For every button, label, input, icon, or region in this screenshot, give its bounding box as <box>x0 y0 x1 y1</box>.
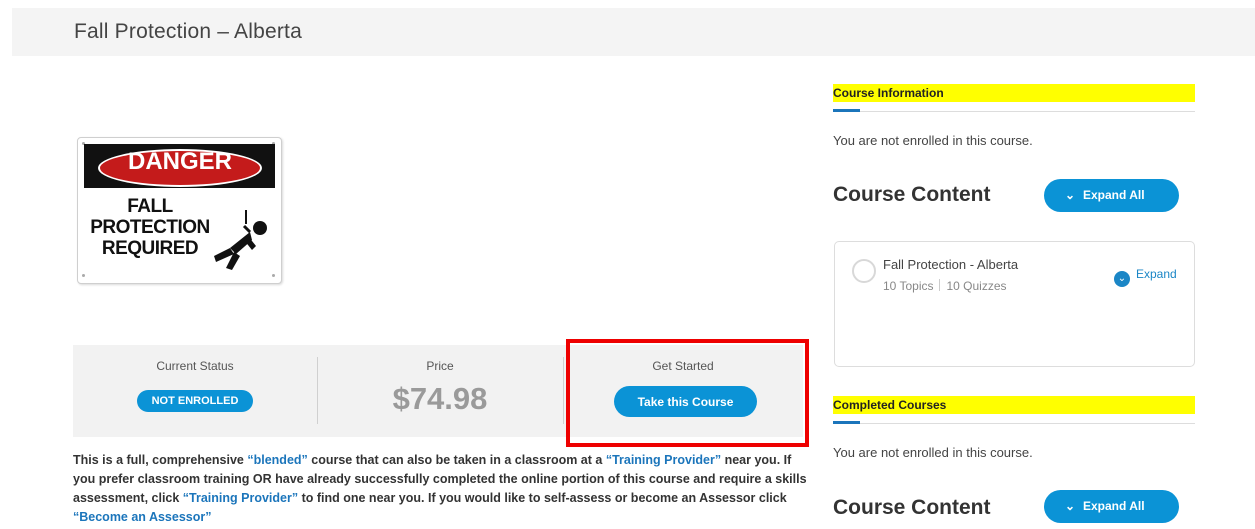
blended-link[interactable]: “blended” <box>247 453 307 467</box>
lesson-card: Fall Protection - Alberta 10 Topics 10 Qu… <box>834 241 1195 367</box>
expand-all-button[interactable]: ⌄ Expand All <box>1044 179 1179 212</box>
course-description: This is a full, comprehensive “blended” … <box>73 453 807 524</box>
completed-courses-heading: Completed Courses <box>833 396 1195 414</box>
course-info-note: You are not enrolled in this course. <box>833 133 1033 148</box>
worker-falling-icon <box>214 210 267 270</box>
chevron-down-icon: ⌄ <box>1065 188 1076 202</box>
current-status-label: Current Status <box>156 359 234 373</box>
course-content-heading: Course Content <box>833 183 991 206</box>
training-provider-link[interactable]: “Training Provider” <box>606 453 721 467</box>
expand-lesson-button[interactable]: ⌄ Expand <box>1114 267 1177 287</box>
page-title: Fall Protection – Alberta <box>74 20 302 43</box>
status-badge: NOT ENROLLED <box>137 390 253 412</box>
danger-header: DANGER <box>84 144 275 188</box>
progress-circle-icon <box>852 259 876 283</box>
course-info-heading: Course Information <box>833 84 1195 102</box>
chevron-down-icon: ⌄ <box>1065 499 1076 513</box>
price-label: Price <box>426 359 454 373</box>
expand-all-button-2[interactable]: ⌄ Expand All <box>1044 490 1179 523</box>
expand-circle-icon: ⌄ <box>1114 271 1130 287</box>
current-status-col: Current Status NOT ENROLLED <box>73 345 317 437</box>
course-content-heading-2: Course Content <box>833 496 991 519</box>
price-col: Price $74.98 <box>317 345 563 437</box>
become-assessor-link[interactable]: “Become an Assessor” <box>73 510 212 524</box>
lesson-name[interactable]: Fall Protection - Alberta <box>883 257 1018 272</box>
danger-word: DANGER <box>127 148 232 175</box>
page-title-bar: Fall Protection – Alberta <box>12 8 1255 56</box>
training-provider-link-2[interactable]: “Training Provider” <box>183 491 298 505</box>
lesson-meta: 10 Topics 10 Quizzes <box>883 279 1007 293</box>
danger-sign-image: DANGER FALL PROTECTION REQUIRED <box>77 137 282 284</box>
price-value: $74.98 <box>392 381 488 416</box>
highlight-annotation-box <box>566 339 809 447</box>
sign-text: FALL PROTECTION REQUIRED <box>90 196 210 259</box>
completed-courses-note: You are not enrolled in this course. <box>833 445 1033 460</box>
